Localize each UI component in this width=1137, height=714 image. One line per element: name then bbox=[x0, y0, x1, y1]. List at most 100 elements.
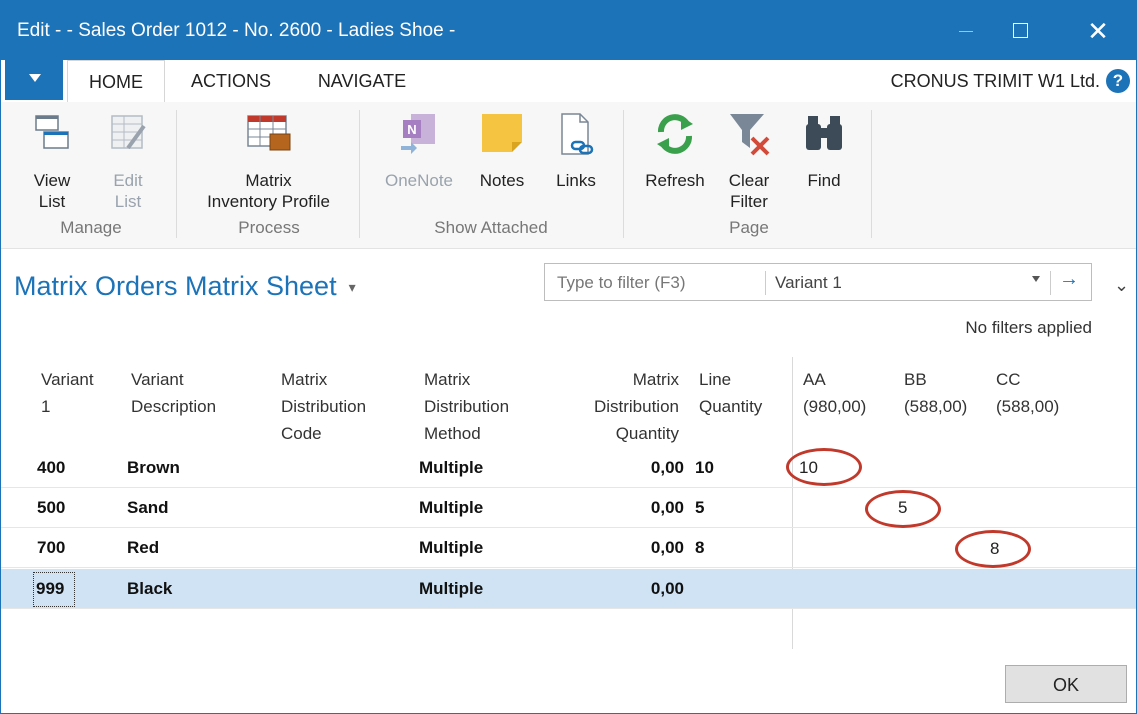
column-header-matrix-distribution-method[interactable]: Matrix Distribution Method bbox=[424, 366, 509, 447]
filter-status: No filters applied bbox=[965, 318, 1092, 337]
ribbon-separator bbox=[871, 110, 872, 238]
cell-dist-qty[interactable]: 0,00 bbox=[601, 498, 684, 518]
clear-filter-button[interactable]: Clear Filter bbox=[719, 110, 779, 212]
application-menu-button[interactable] bbox=[5, 60, 63, 100]
refresh-icon bbox=[657, 114, 693, 154]
matrix-inventory-profile-button[interactable]: Matrix Inventory Profile bbox=[191, 110, 346, 212]
links-label: Links bbox=[556, 171, 596, 190]
column-header-line-quantity[interactable]: Line Quantity bbox=[699, 366, 762, 420]
cell-line-qty[interactable]: 8 bbox=[695, 538, 704, 558]
view-list-button[interactable]: View List bbox=[23, 110, 81, 212]
ribbon-separator bbox=[623, 110, 624, 238]
column-header-aa[interactable]: AA (980,00) bbox=[803, 366, 866, 420]
filter-input[interactable]: Type to filter (F3) bbox=[557, 273, 685, 293]
cell-line-qty[interactable]: 10 bbox=[695, 458, 714, 478]
cell-variant[interactable]: 999 bbox=[33, 572, 76, 607]
onenote-icon: N bbox=[401, 114, 435, 154]
filter-divider bbox=[765, 271, 766, 295]
chevron-down-icon bbox=[29, 74, 41, 82]
cell-line-qty[interactable]: 5 bbox=[695, 498, 704, 518]
cell-dist-qty[interactable]: 0,00 bbox=[601, 458, 684, 478]
group-label-page: Page bbox=[729, 218, 769, 237]
group-label-show-attached: Show Attached bbox=[434, 218, 548, 237]
cell-method[interactable]: Multiple bbox=[419, 538, 483, 558]
annotation-circle bbox=[865, 490, 941, 528]
group-label-process: Process bbox=[238, 218, 300, 237]
clear-filter-label: Clear Filter bbox=[728, 171, 770, 211]
close-button[interactable]: ✕ bbox=[1074, 11, 1122, 51]
minimize-icon bbox=[959, 31, 973, 32]
page-title-text: Matrix Orders Matrix Sheet bbox=[14, 271, 337, 301]
edit-window: Edit - - Sales Order 1012 - No. 2600 - L… bbox=[0, 0, 1137, 714]
onenote-button[interactable]: N OneNote bbox=[374, 110, 464, 191]
maximize-button[interactable] bbox=[996, 11, 1044, 51]
cell-description[interactable]: Red bbox=[127, 538, 159, 558]
tab-home[interactable]: HOME bbox=[67, 60, 165, 103]
matrix-inventory-profile-icon bbox=[246, 115, 290, 151]
ribbon-tabs: HOME ACTIONS NAVIGATE CRONUS TRIMIT W1 L… bbox=[1, 60, 1136, 103]
window-title: Edit - - Sales Order 1012 - No. 2600 - L… bbox=[17, 20, 456, 41]
arrow-right-icon[interactable]: → bbox=[1059, 268, 1079, 291]
chevron-down-icon: ▾ bbox=[348, 279, 356, 296]
close-icon: ✕ bbox=[1087, 16, 1109, 46]
column-header-bb[interactable]: BB (588,00) bbox=[904, 366, 967, 420]
column-header-matrix-distribution-code[interactable]: Matrix Distribution Code bbox=[281, 366, 366, 447]
annotation-circle bbox=[955, 530, 1031, 568]
column-header-matrix-distribution-quantity[interactable]: Matrix Distribution Quantity bbox=[561, 366, 679, 447]
notes-label: Notes bbox=[479, 171, 525, 190]
maximize-icon bbox=[1013, 23, 1028, 38]
tab-navigate[interactable]: NAVIGATE bbox=[301, 60, 423, 101]
ok-button[interactable]: OK bbox=[1005, 665, 1127, 703]
filter-field-select[interactable]: Variant 1 bbox=[775, 273, 842, 293]
dropdown-arrow-icon[interactable] bbox=[1032, 276, 1040, 282]
table-row-selected[interactable]: 999 Black Multiple 0,00 bbox=[1, 569, 1136, 609]
edit-list-icon bbox=[111, 115, 146, 150]
matrix-inventory-profile-label: Matrix Inventory Profile bbox=[207, 171, 330, 211]
links-icon bbox=[561, 113, 594, 155]
title-bar: Edit - - Sales Order 1012 - No. 2600 - L… bbox=[1, 1, 1136, 60]
table-row[interactable]: 400 Brown Multiple 0,00 10 10 bbox=[1, 448, 1136, 488]
find-button[interactable]: Find bbox=[796, 110, 852, 191]
cell-method[interactable]: Multiple bbox=[419, 498, 483, 518]
edit-list-button[interactable]: Edit List bbox=[99, 110, 157, 212]
find-label: Find bbox=[807, 171, 841, 190]
help-icon[interactable]: ? bbox=[1106, 69, 1130, 93]
view-list-icon bbox=[35, 115, 69, 149]
column-header-variant1[interactable]: Variant 1 bbox=[41, 366, 94, 420]
binoculars-icon bbox=[806, 116, 842, 150]
cell-method[interactable]: Multiple bbox=[419, 579, 483, 599]
ribbon-separator bbox=[176, 110, 177, 238]
notes-icon bbox=[482, 114, 522, 152]
clear-filter-icon bbox=[730, 114, 770, 156]
column-header-cc[interactable]: CC (588,00) bbox=[996, 366, 1059, 420]
svg-text:N: N bbox=[407, 122, 416, 137]
group-label-manage: Manage bbox=[60, 218, 122, 237]
annotation-circle bbox=[786, 448, 862, 486]
links-button[interactable]: Links bbox=[547, 110, 605, 191]
cell-variant[interactable]: 500 bbox=[37, 498, 65, 518]
cell-description[interactable]: Sand bbox=[127, 498, 169, 518]
page-title[interactable]: Matrix Orders Matrix Sheet ▾ bbox=[14, 271, 356, 302]
cell-dist-qty[interactable]: 0,00 bbox=[601, 538, 684, 558]
ribbon: View List Edit List Manage Matrix Invent… bbox=[1, 102, 1136, 249]
view-list-label: View List bbox=[33, 171, 71, 211]
cell-variant[interactable]: 700 bbox=[37, 538, 65, 558]
minimize-button[interactable] bbox=[942, 11, 990, 51]
filter-divider bbox=[1050, 271, 1051, 295]
table-row[interactable]: 500 Sand Multiple 0,00 5 5 bbox=[1, 488, 1136, 528]
column-header-variant-description[interactable]: Variant Description bbox=[131, 366, 216, 420]
refresh-button[interactable]: Refresh bbox=[638, 110, 712, 191]
cell-method[interactable]: Multiple bbox=[419, 458, 483, 478]
cell-variant[interactable]: 400 bbox=[37, 458, 65, 478]
tab-actions[interactable]: ACTIONS bbox=[176, 60, 286, 101]
chevron-down-icon[interactable]: ⌄ bbox=[1114, 275, 1129, 296]
cell-dist-qty[interactable]: 0,00 bbox=[601, 579, 684, 599]
cell-description[interactable]: Black bbox=[127, 579, 172, 599]
cell-description[interactable]: Brown bbox=[127, 458, 180, 478]
refresh-label: Refresh bbox=[645, 171, 705, 190]
ribbon-separator bbox=[359, 110, 360, 238]
onenote-label: OneNote bbox=[384, 171, 454, 190]
notes-button[interactable]: Notes bbox=[471, 110, 533, 191]
filter-box: Type to filter (F3) Variant 1 → bbox=[544, 263, 1092, 301]
edit-list-label: Edit List bbox=[113, 171, 143, 211]
